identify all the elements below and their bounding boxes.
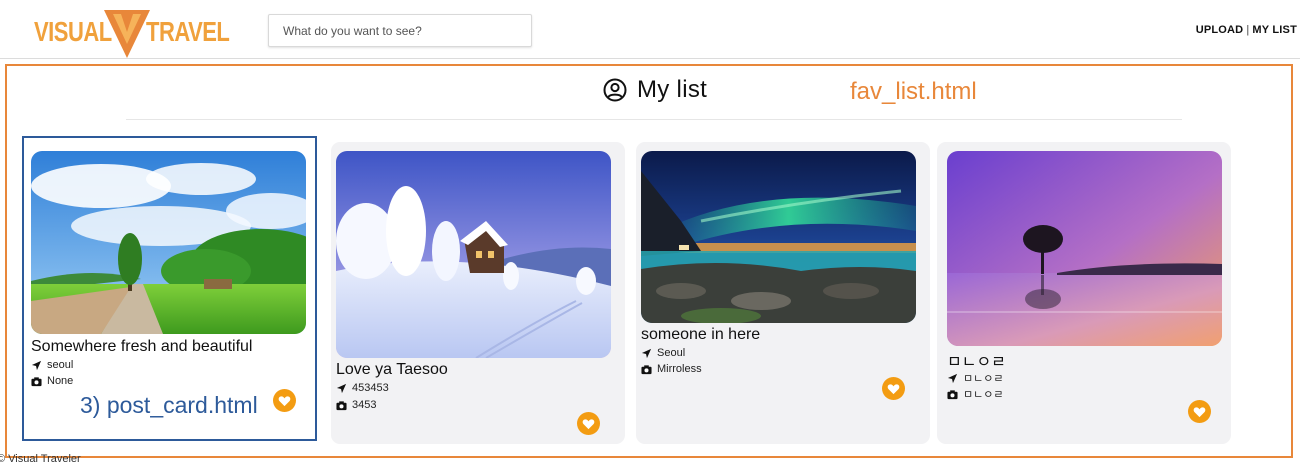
heart-icon: [582, 418, 595, 429]
post-card[interactable]: Love ya Taesoo 453453 3453: [331, 142, 625, 444]
card-title: ㅁㄴㅇㄹ: [947, 354, 1006, 371]
camera-text: Mirroless: [657, 363, 702, 375]
location-text: 453453: [352, 382, 389, 394]
logo-text-travel: TRAVEL: [146, 15, 230, 47]
site-logo[interactable]: VISUAL TRAVEL: [34, 10, 230, 58]
location-arrow-icon: [641, 348, 652, 358]
card-image[interactable]: [947, 151, 1222, 346]
annotation-post-card-label: 3) post_card.html: [80, 392, 258, 418]
camera-text: 3453: [352, 399, 377, 411]
page-title-row: My list: [603, 76, 707, 104]
page-title: My list: [637, 76, 708, 103]
post-card[interactable]: someone in here Seoul Mirroless: [636, 142, 930, 444]
location-text: ㅁㄴㅇㄹ: [963, 373, 1004, 385]
card-image[interactable]: [641, 151, 916, 323]
annotation-fav-list-label: fav_list.html: [850, 78, 977, 105]
footer-copyright: © Visual Traveler: [0, 453, 81, 465]
top-nav: UPLOAD | MY LIST: [1196, 24, 1297, 36]
upload-link[interactable]: UPLOAD: [1196, 24, 1244, 36]
location-text: Seoul: [657, 347, 686, 359]
camera-text: ㅁㄴㅇㄹ: [963, 389, 1004, 401]
favorite-heart-button[interactable]: [577, 412, 600, 435]
nav-separator: |: [1246, 24, 1250, 36]
user-circle-icon: [603, 78, 627, 102]
card-title: someone in here: [641, 326, 761, 343]
heart-icon: [887, 383, 900, 394]
purple-sunset-tree-image: [947, 151, 1222, 346]
camera-icon: [336, 400, 347, 410]
card-image[interactable]: [336, 151, 611, 358]
card-camera: 3453: [336, 399, 376, 411]
card-location: Seoul: [641, 347, 685, 359]
logo-v-mark-icon: [104, 10, 150, 58]
card-camera: Mirroless: [641, 363, 702, 375]
aurora-shore-image: [641, 151, 916, 323]
favorite-heart-button[interactable]: [882, 377, 905, 400]
heart-icon: [1193, 406, 1206, 417]
card-camera: ㅁㄴㅇㄹ: [947, 386, 1003, 402]
header-divider: [0, 58, 1300, 59]
location-arrow-icon: [947, 373, 958, 383]
my-list-link[interactable]: MY LIST: [1252, 24, 1297, 36]
camera-icon: [641, 364, 652, 374]
card-location: 453453: [336, 382, 389, 394]
card-location: ㅁㄴㅇㄹ: [947, 370, 1003, 386]
logo-text-visual: VISUAL: [34, 15, 112, 47]
camera-icon: [947, 389, 958, 399]
favorite-heart-button[interactable]: [1188, 400, 1211, 423]
post-card[interactable]: ㅁㄴㅇㄹ ㅁㄴㅇㄹ ㅁㄴㅇㄹ: [937, 142, 1231, 444]
title-divider: [126, 119, 1182, 120]
card-title: Love ya Taesoo: [336, 361, 448, 378]
snow-cabin-image: [336, 151, 611, 358]
location-arrow-icon: [336, 383, 347, 393]
search-input[interactable]: [268, 14, 532, 47]
